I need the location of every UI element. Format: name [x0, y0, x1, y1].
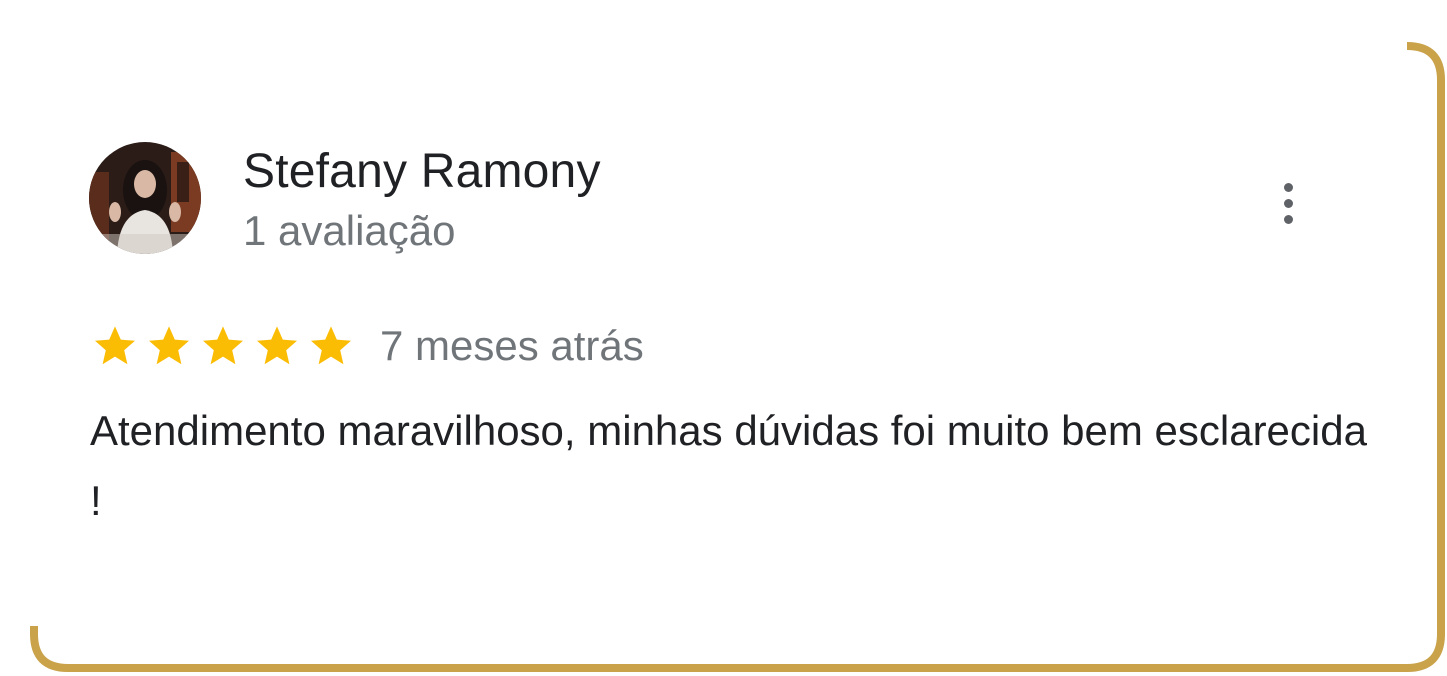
review-text: Atendimento maravilhoso, minhas dúvidas …: [90, 407, 1367, 524]
star-rating: [90, 322, 356, 370]
more-vert-icon: [1283, 182, 1293, 192]
rating-row: 7 meses atrás: [90, 318, 644, 374]
more-vert-icon-dot: [1283, 214, 1293, 224]
more-vert-icon-dot: [1283, 198, 1293, 208]
star-icon: [252, 322, 302, 370]
star-icon: [144, 322, 194, 370]
more-options-button[interactable]: [1268, 176, 1308, 230]
star-icon: [90, 322, 140, 370]
star-icon: [306, 322, 356, 370]
avatar[interactable]: [89, 142, 201, 254]
review-card-page: Stefany Ramony 1 avaliação 7 meses atrás…: [0, 0, 1447, 676]
reviewer-name[interactable]: Stefany Ramony: [243, 143, 601, 201]
review-count: 1 avaliação: [243, 207, 456, 254]
review-date: 7 meses atrás: [380, 322, 644, 369]
star-icon: [198, 322, 248, 370]
